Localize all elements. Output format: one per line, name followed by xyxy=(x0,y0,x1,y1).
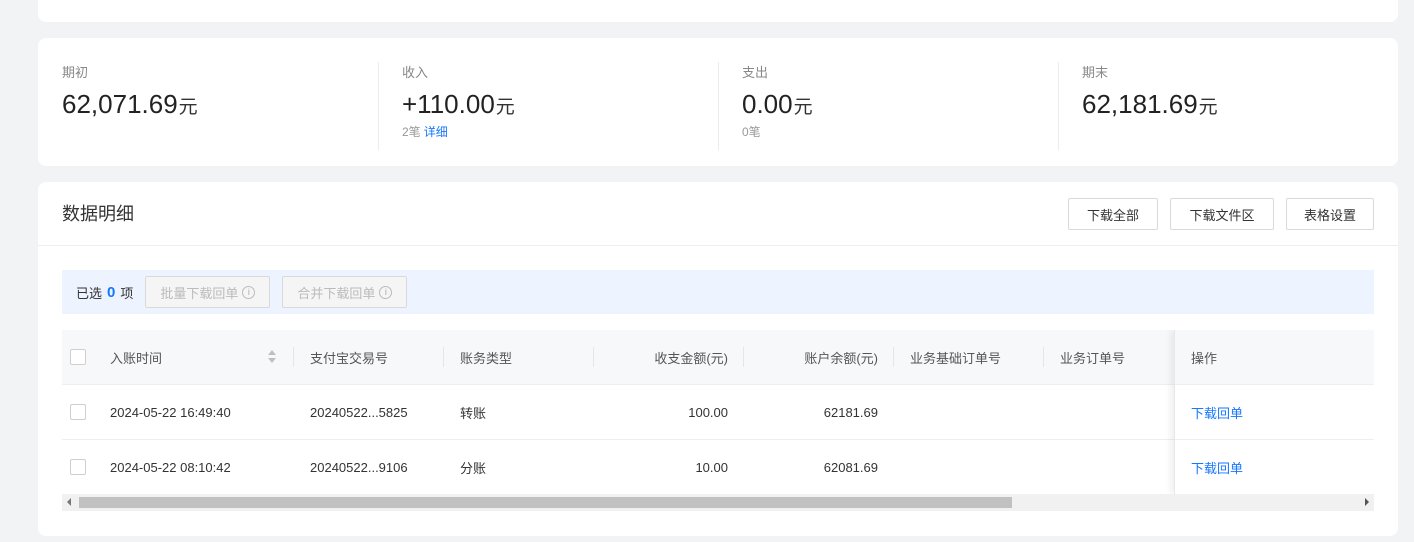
stat-sub: 0笔 xyxy=(742,124,1058,140)
stat-expense: 支出 0.00 元 0笔 xyxy=(718,38,1058,166)
selection-suffix: 项 xyxy=(120,285,134,301)
column-header-action: 操作 xyxy=(1191,350,1218,366)
select-all-checkbox-cell xyxy=(70,330,86,384)
stat-value: 62,071.69 元 xyxy=(62,88,378,120)
expense-count: 0笔 xyxy=(742,125,761,139)
column-header-order: 业务订单号 xyxy=(1060,350,1126,366)
stat-label: 期末 xyxy=(1082,65,1109,80)
income-count: 2笔 xyxy=(402,125,421,139)
column-divider xyxy=(443,347,444,367)
selection-bar: 已选 0 项 批量下载回单 i 合并下载回单 i xyxy=(62,270,1374,314)
fixed-action-column: 操作 下载回单 下载回单 xyxy=(1174,330,1374,494)
column-header-base-order: 业务基础订单号 xyxy=(910,350,1002,366)
income-detail-link[interactable]: 详细 xyxy=(424,125,448,139)
batch-download-button[interactable]: 批量下载回单 i xyxy=(145,276,271,308)
download-area-button[interactable]: 下载文件区 xyxy=(1170,198,1274,230)
stat-amount: 62,071.69 xyxy=(62,89,178,119)
detail-header: 数据明细 下载全部 下载文件区 表格设置 xyxy=(38,182,1398,246)
row-checkbox-cell xyxy=(70,385,86,439)
scroll-left-arrow-icon[interactable] xyxy=(67,498,71,506)
cell-time: 2024-05-22 08:10:42 xyxy=(110,459,231,475)
column-header-type: 账务类型 xyxy=(460,350,513,366)
cell-amount: 10.00 xyxy=(695,459,728,475)
column-divider xyxy=(1043,347,1044,367)
action-row: 下载回单 xyxy=(1175,385,1374,440)
stat-label: 支出 xyxy=(742,65,769,80)
top-card xyxy=(38,0,1398,22)
stat-amount: 62,181.69 xyxy=(1082,89,1198,119)
stat-unit: 元 xyxy=(495,97,515,118)
stat-unit: 元 xyxy=(1198,97,1218,118)
stat-value: 62,181.69 元 xyxy=(1082,88,1398,120)
download-receipt-link[interactable]: 下载回单 xyxy=(1191,403,1243,422)
summary-card: 期初 62,071.69 元 收入 +110.00 元 2笔 详细 支出 0.00… xyxy=(38,38,1398,166)
download-receipt-link[interactable]: 下载回单 xyxy=(1191,458,1243,477)
cell-type: 分账 xyxy=(460,460,487,476)
action-header: 操作 xyxy=(1175,330,1374,385)
cell-balance: 62081.69 xyxy=(823,459,878,475)
cell-trade-no: 20240522...9106 xyxy=(310,459,408,475)
download-all-button[interactable]: 下载全部 xyxy=(1068,198,1158,230)
scrollbar-thumb[interactable] xyxy=(79,497,1012,508)
cell-trade-no: 20240522...5825 xyxy=(310,404,408,420)
data-table: 入账时间 支付宝交易号 账务类型 收支金额(元) 账户余额(元) 业务基础订单号… xyxy=(62,330,1374,494)
table-settings-button[interactable]: 表格设置 xyxy=(1286,198,1374,230)
stat-amount: +110.00 xyxy=(402,89,495,119)
cell-amount: 100.00 xyxy=(688,404,728,420)
stat-unit: 元 xyxy=(793,97,813,118)
column-header-trade-no: 支付宝交易号 xyxy=(310,350,389,366)
row-checkbox[interactable] xyxy=(70,404,86,420)
selection-count: 0 xyxy=(107,283,116,301)
selection-prefix: 已选 xyxy=(76,285,103,301)
scroll-right-arrow-icon[interactable] xyxy=(1365,498,1369,506)
cell-time: 2024-05-22 16:49:40 xyxy=(110,404,231,420)
info-icon: i xyxy=(242,285,256,299)
column-header-balance: 账户余额(元) xyxy=(804,350,878,366)
stat-label: 期初 xyxy=(62,65,89,80)
horizontal-scrollbar[interactable] xyxy=(62,494,1374,511)
column-header-amount: 收支金额(元) xyxy=(654,350,728,366)
stat-unit: 元 xyxy=(178,97,198,118)
sort-icon[interactable] xyxy=(268,350,276,364)
stat-sub: 2笔 详细 xyxy=(402,124,718,140)
detail-card: 数据明细 下载全部 下载文件区 表格设置 已选 0 项 批量下载回单 i 合并下… xyxy=(38,182,1398,536)
detail-title: 数据明细 xyxy=(62,204,134,224)
column-divider xyxy=(293,347,294,367)
stat-value: 0.00 元 xyxy=(742,88,1058,120)
stat-label: 收入 xyxy=(402,65,429,80)
stat-closing: 期末 62,181.69 元 xyxy=(1058,38,1398,166)
select-all-checkbox[interactable] xyxy=(70,349,86,365)
stat-amount: 0.00 xyxy=(742,89,793,119)
stat-opening: 期初 62,071.69 元 xyxy=(38,38,378,166)
action-row: 下载回单 xyxy=(1175,440,1374,494)
batch-download-label: 批量下载回单 xyxy=(160,285,239,301)
merge-download-label: 合并下载回单 xyxy=(297,285,376,301)
stat-value: +110.00 元 xyxy=(402,88,718,120)
cell-balance: 62181.69 xyxy=(823,404,878,420)
info-icon: i xyxy=(379,285,393,299)
column-divider xyxy=(893,347,894,367)
cell-type: 转账 xyxy=(460,405,487,421)
stat-income: 收入 +110.00 元 2笔 详细 xyxy=(378,38,718,166)
merge-download-button[interactable]: 合并下载回单 i xyxy=(282,276,408,308)
row-checkbox-cell xyxy=(70,440,86,494)
row-checkbox[interactable] xyxy=(70,459,86,475)
column-header-time[interactable]: 入账时间 xyxy=(110,330,162,384)
